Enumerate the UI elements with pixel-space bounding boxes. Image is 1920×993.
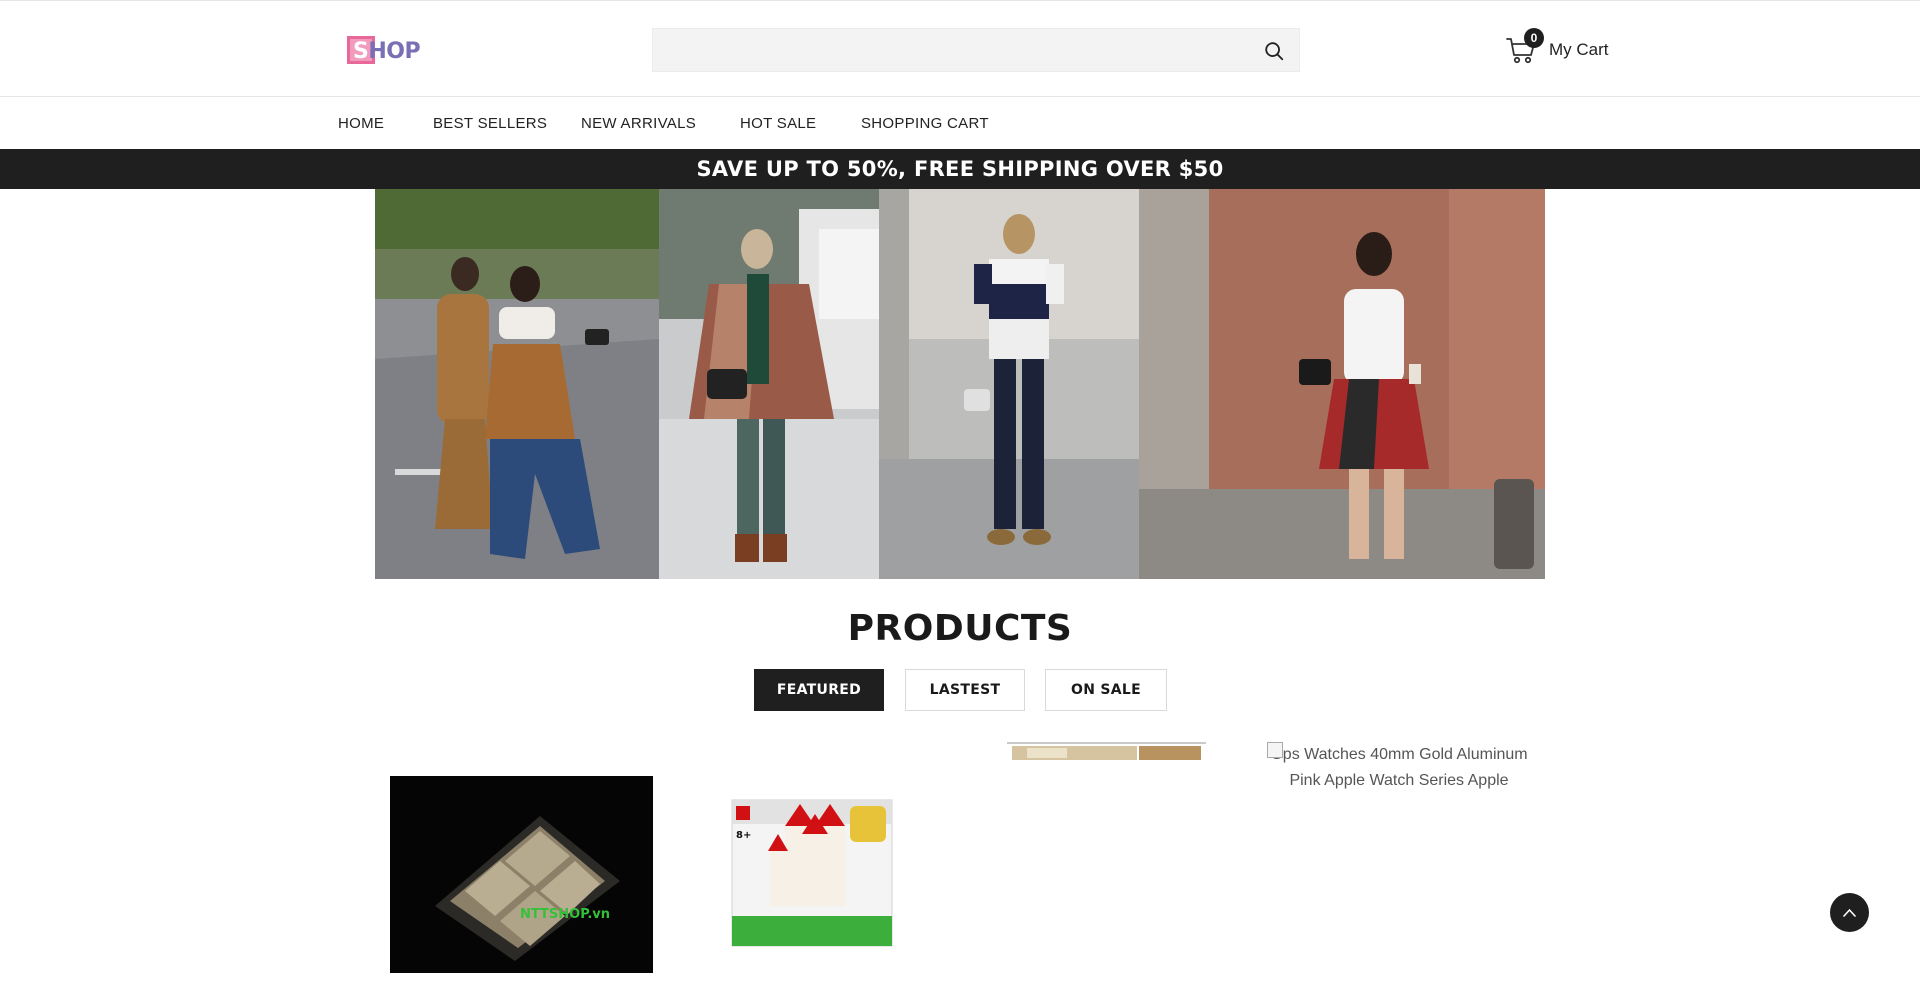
products-title: PRODUCTS <box>847 608 1073 649</box>
search-bar <box>652 28 1300 72</box>
nav-item-home[interactable]: HOME <box>338 115 384 132</box>
site-header: SHOP 0 My Cart <box>0 0 1920 97</box>
nav-item-new-arrivals[interactable]: NEW ARRIVALS <box>581 115 696 132</box>
cart-label: My Cart <box>1549 40 1609 59</box>
nav-item-shopping-cart[interactable]: SHOPPING CART <box>861 115 989 132</box>
back-to-top-button[interactable] <box>1830 893 1869 932</box>
product-image-partial[interactable] <box>1007 742 1206 762</box>
search-input[interactable] <box>653 29 1243 71</box>
hero-photo-3 <box>879 189 1139 579</box>
nav-item-hot-sale[interactable]: HOT SALE <box>740 115 816 132</box>
product-image-lego-castle[interactable]: 8+ <box>730 796 895 951</box>
hero-photo-1 <box>375 189 659 579</box>
nav-item-best-sellers[interactable]: BEST SELLERS <box>433 115 547 132</box>
product-watermark: NTTSHOP.vn <box>520 907 610 922</box>
cart-count-badge: 0 <box>1524 28 1544 48</box>
main-nav: HOME BEST SELLERS NEW ARRIVALS HOT SALE … <box>0 97 1920 149</box>
logo-text: SHOP <box>353 39 421 64</box>
product-image-apple-watch[interactable]: Gps Watches 40mm Gold Aluminum Pink Appl… <box>1267 742 1531 832</box>
my-cart-link[interactable]: 0 My Cart <box>1506 28 1616 67</box>
chevron-up-icon <box>1843 908 1856 917</box>
shop-logo[interactable]: SHOP <box>347 35 421 67</box>
search-icon[interactable] <box>1263 40 1285 62</box>
hero-photo-2 <box>659 189 879 579</box>
promo-banner: SAVE UP TO 50%, FREE SHIPPING OVER $50 <box>0 149 1920 189</box>
tab-featured[interactable]: FEATURED <box>754 669 884 711</box>
product-badge: 8+ <box>736 830 751 841</box>
broken-image-icon <box>1267 742 1283 758</box>
hero-banner[interactable] <box>375 189 1545 579</box>
tab-on-sale[interactable]: ON SALE <box>1045 669 1167 711</box>
tab-lastest[interactable]: LASTEST <box>905 669 1025 711</box>
hero-photo-4 <box>1139 189 1545 579</box>
product-image-alt-text: Gps Watches 40mm Gold Aluminum Pink Appl… <box>1270 746 1528 789</box>
product-image-circuit-board[interactable]: NTTSHOP.vn <box>390 776 653 973</box>
